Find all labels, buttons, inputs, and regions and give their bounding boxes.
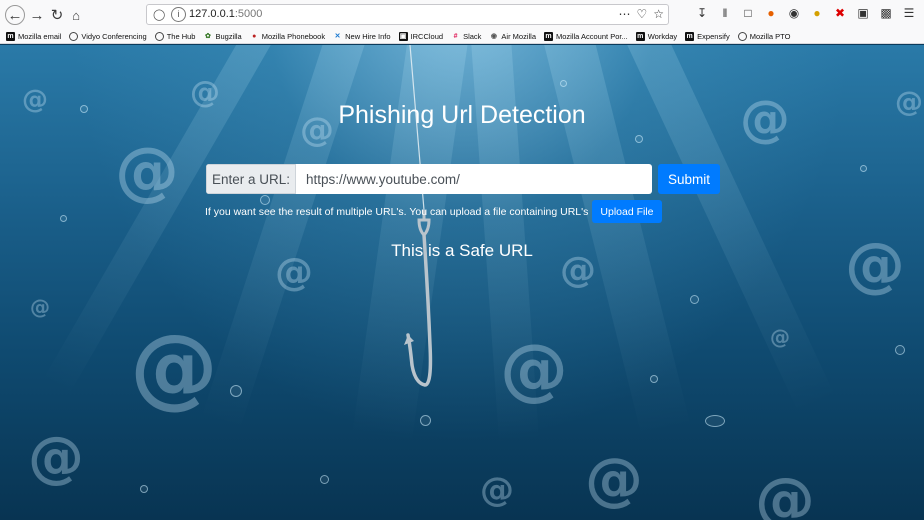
bookmark-item[interactable]: ✿ Bugzilla — [203, 32, 242, 41]
bookmark-item[interactable]: ✕ New Hire Info — [333, 32, 391, 41]
bookmark-label: Workday — [647, 32, 678, 41]
bookmark-label: Mozilla PTO — [749, 32, 791, 41]
phonebook-icon: ● — [252, 33, 257, 40]
globe-icon — [69, 32, 79, 41]
bookmark-item[interactable]: m Mozilla email — [6, 32, 61, 41]
bookmark-label: Air Mozilla — [501, 32, 536, 41]
page-title: Phishing Url Detection — [338, 101, 586, 129]
bookmark-item[interactable]: The Hub — [154, 32, 196, 41]
extension-gray-icon[interactable]: ▣ — [856, 6, 870, 20]
x-icon: ✕ — [334, 33, 341, 40]
url-input[interactable] — [296, 164, 652, 194]
bookmark-label: The Hub — [166, 32, 196, 41]
bookmark-label: Slack — [463, 32, 482, 41]
account-icon[interactable]: ◉ — [787, 6, 801, 20]
back-icon[interactable]: ← — [5, 5, 25, 25]
library-icon[interactable]: ‖ — [718, 6, 732, 20]
bookmark-label: New Hire Info — [345, 32, 391, 41]
air-icon: ◉ — [490, 33, 497, 40]
bookmark-item[interactable]: m Mozilla Account Por... — [544, 32, 628, 41]
bookmarks-toolbar: m Mozilla email Vidyo Conferencing The Hub ✿… — [0, 30, 924, 44]
url-label: Enter a URL: — [206, 164, 296, 194]
upload-file-button[interactable]: Upload File — [592, 200, 662, 223]
bookmark-label: Bugzilla — [215, 32, 242, 41]
downloads-icon[interactable]: ↧ — [695, 6, 709, 20]
reload-icon[interactable]: ↻ — [47, 5, 67, 25]
gift-icon[interactable]: ▩ — [879, 6, 893, 20]
bookmark-label: Vidyo Conferencing — [81, 32, 147, 41]
slack-icon: # — [453, 33, 458, 40]
forward-icon[interactable]: → — [27, 5, 47, 25]
upload-row: If you want see the result of multiple U… — [205, 200, 662, 223]
extension-icon[interactable]: ● — [764, 6, 778, 20]
bookmark-star-icon[interactable]: ☆ — [653, 7, 664, 21]
page-actions-icon[interactable]: ⋯ — [618, 7, 630, 21]
address-bar[interactable]: ◯ i 127.0.0.1:5000 ⋯ ♡ ☆ — [146, 4, 669, 25]
bookmark-item[interactable]: Vidyo Conferencing — [69, 32, 147, 41]
globe-icon — [154, 32, 164, 41]
tracking-shield-icon[interactable]: ◯ — [153, 8, 165, 21]
bookmark-item[interactable]: m Workday — [635, 32, 678, 41]
bookmark-label: Mozilla Phonebook — [261, 32, 326, 41]
bookmark-label: Mozilla email — [18, 32, 62, 41]
pocket-icon[interactable]: ♡ — [636, 7, 647, 21]
bookmark-item[interactable]: ▣ IRCCloud — [398, 32, 444, 41]
bookmark-item[interactable]: # Slack — [451, 32, 482, 41]
extension-red-x-icon[interactable]: ✖ — [833, 6, 847, 20]
globe-icon — [737, 32, 747, 41]
extension-yellow-icon[interactable]: ● — [810, 6, 824, 20]
m-icon: m — [635, 32, 645, 41]
bookmark-item[interactable]: m Expensify — [685, 32, 730, 41]
bug-icon: ✿ — [205, 33, 211, 40]
bookmark-label: IRCCloud — [410, 32, 444, 41]
url-input-group: Enter a URL: — [206, 164, 652, 194]
address-text[interactable]: 127.0.0.1:5000 — [189, 8, 262, 20]
bookmark-item[interactable]: ● Mozilla Phonebook — [250, 32, 325, 41]
bookmark-item[interactable]: Mozilla PTO — [737, 32, 791, 41]
browser-toolbar: ← → ↻ ⌂ ◯ i 127.0.0.1:5000 ⋯ ♡ ☆ ↧ ‖ □ ●… — [0, 0, 924, 31]
upload-instructions: If you want see the result of multiple U… — [205, 205, 589, 218]
bookmark-item[interactable]: ◉ Air Mozilla — [489, 32, 536, 41]
m-icon: m — [6, 32, 15, 41]
page-background: @ @ @ @ @ @ @ @ @ @ @ @ @ @ @ @ @ Phishi… — [0, 45, 924, 520]
result-message: This is a Safe URL — [391, 241, 533, 260]
m-icon: m — [685, 32, 695, 41]
sidebar-icon[interactable]: □ — [741, 6, 755, 20]
home-icon[interactable]: ⌂ — [66, 5, 86, 25]
site-info-icon[interactable]: i — [171, 7, 186, 22]
cloud-icon: ▣ — [398, 32, 408, 41]
menu-icon[interactable]: ☰ — [902, 6, 916, 20]
m-icon: m — [544, 32, 553, 41]
bookmark-label: Mozilla Account Por... — [556, 32, 628, 41]
bookmark-label: Expensify — [697, 32, 730, 41]
submit-button[interactable]: Submit — [658, 164, 720, 194]
